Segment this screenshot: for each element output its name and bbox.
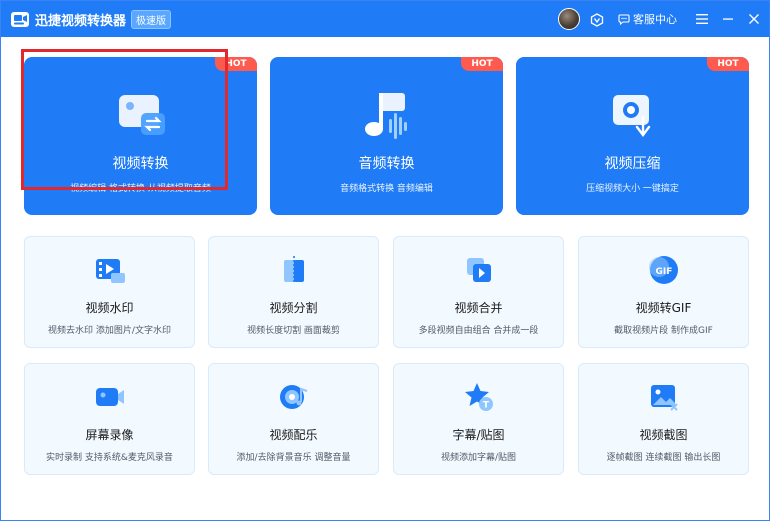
video-merge-card[interactable]: 视频合并 多段视频自由组合 合并成一段 [393, 236, 564, 348]
close-button[interactable] [743, 8, 765, 30]
menu-button[interactable] [691, 8, 713, 30]
subtitle-sticker-title: 字幕/贴图 [452, 428, 505, 442]
video-music-subtitle: 添加/去除背景音乐 调整音量 [236, 453, 351, 463]
subtitle-sticker-card[interactable]: T 字幕/贴图 视频添加字幕/贴图 [393, 363, 564, 475]
main-content: HOT 视频转换 视频编辑 格式转换 从视频提取音频 HOT 音频转换 音频格式… [1, 37, 769, 520]
video-music-card[interactable]: 视频配乐 添加/去除背景音乐 调整音量 [208, 363, 379, 475]
customer-service-button[interactable]: 客服中心 [618, 11, 677, 27]
screen-record-subtitle: 实时录制 支持系统&麦克风录音 [46, 453, 173, 463]
close-icon [749, 14, 759, 24]
video-split-icon [277, 253, 311, 287]
music-disc-icon [277, 380, 311, 414]
video-watermark-title: 视频水印 [85, 301, 134, 315]
title-bar: 迅捷视频转换器 极速版 客服中心 [1, 1, 769, 37]
hamburger-icon [696, 14, 708, 24]
customer-service-label: 客服中心 [633, 13, 677, 26]
video-compress-title: 视频压缩 [604, 156, 661, 172]
user-avatar[interactable] [558, 8, 580, 30]
video-watermark-icon [93, 253, 127, 287]
video-to-gif-title: 视频转GIF [635, 301, 692, 315]
vip-icon[interactable] [590, 12, 604, 27]
hot-badge: HOT [707, 57, 749, 71]
svg-text:GIF: GIF [655, 267, 672, 277]
camera-icon [93, 380, 127, 414]
minimize-icon [723, 18, 733, 20]
screen-record-title: 屏幕录像 [85, 428, 134, 442]
app-title: 迅捷视频转换器 [35, 13, 127, 29]
star-text-icon: T [462, 380, 496, 414]
video-split-subtitle: 视频长度切割 画面裁剪 [247, 326, 340, 336]
gif-icon: GIF [647, 253, 681, 287]
video-screenshot-subtitle: 逐帧截图 连续截图 输出长图 [606, 453, 721, 463]
hot-badge: HOT [461, 57, 503, 71]
video-compress-card[interactable]: HOT 视频压缩 压缩视频大小 一键搞定 [516, 57, 749, 215]
chat-icon [618, 14, 630, 25]
video-music-title: 视频配乐 [269, 428, 318, 442]
image-screenshot-icon [647, 380, 681, 414]
audio-convert-subtitle: 音频格式转换 音频编辑 [340, 184, 433, 194]
audio-convert-icon [359, 89, 415, 141]
video-split-card[interactable]: 视频分割 视频长度切割 画面裁剪 [208, 236, 379, 348]
subtitle-sticker-subtitle: 视频添加字幕/贴图 [440, 453, 517, 463]
video-watermark-card[interactable]: 视频水印 视频去水印 添加图片/文字水印 [24, 236, 195, 348]
video-merge-subtitle: 多段视频自由组合 合并成一段 [418, 326, 539, 336]
video-to-gif-card[interactable]: GIF 视频转GIF 截取视频片段 制作成GIF [578, 236, 749, 348]
video-compress-icon [605, 89, 661, 141]
video-compress-subtitle: 压缩视频大小 一键搞定 [586, 184, 679, 194]
app-logo-icon [10, 9, 30, 29]
screen-record-card[interactable]: 屏幕录像 实时录制 支持系统&麦克风录音 [24, 363, 195, 475]
video-to-gif-subtitle: 截取视频片段 制作成GIF [614, 326, 713, 336]
audio-convert-card[interactable]: HOT 音频转换 音频格式转换 音频编辑 [270, 57, 503, 215]
svg-text:T: T [482, 401, 489, 411]
video-merge-icon [462, 253, 496, 287]
app-window: 迅捷视频转换器 极速版 客服中心 HOT 视频转换 视频编辑 格式转换 从视频提… [0, 0, 770, 521]
video-screenshot-card[interactable]: 视频截图 逐帧截图 连续截图 输出长图 [578, 363, 749, 475]
video-screenshot-title: 视频截图 [639, 428, 688, 442]
minimize-button[interactable] [717, 8, 739, 30]
audio-convert-title: 音频转换 [358, 156, 415, 172]
video-merge-title: 视频合并 [454, 301, 503, 315]
video-watermark-subtitle: 视频去水印 添加图片/文字水印 [48, 326, 171, 336]
selection-highlight [21, 49, 228, 190]
edition-badge: 极速版 [131, 9, 172, 29]
video-split-title: 视频分割 [269, 301, 318, 315]
